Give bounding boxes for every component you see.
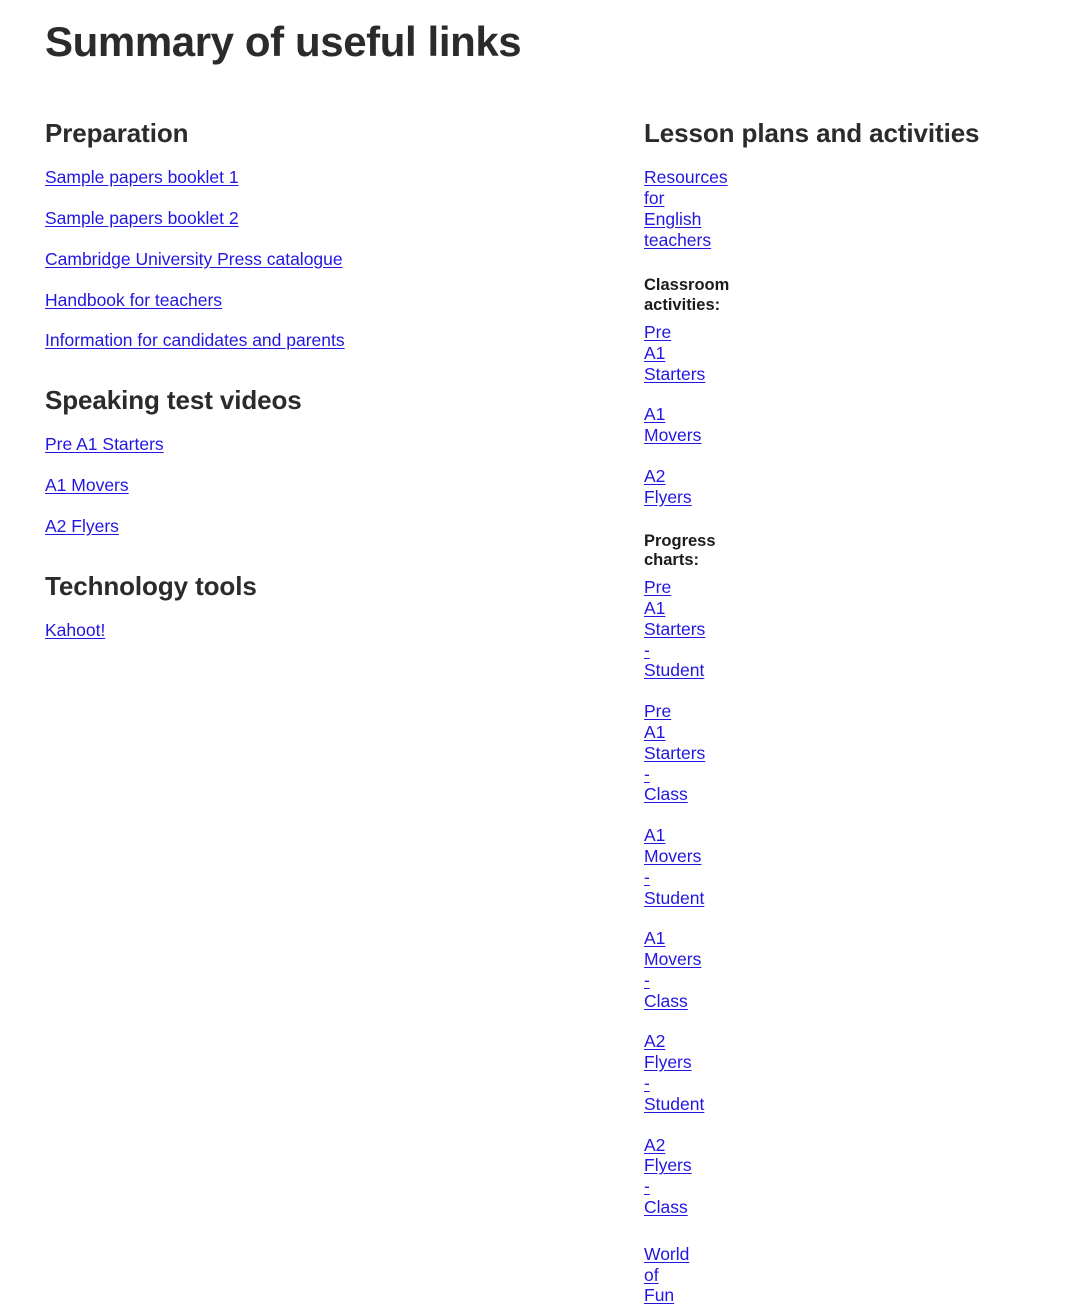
link-columns: Preparation Sample papers booklet 1 Samp…	[0, 118, 1080, 1306]
link-classroom-a1-movers[interactable]: A1 Movers	[644, 404, 701, 445]
document-page: Summary of useful links Preparation Samp…	[0, 0, 1080, 1305]
link-progress-pre-a1-starters-class[interactable]: Pre A1 Starters - Class	[644, 701, 705, 804]
link-progress-a1-movers-student[interactable]: A1 Movers - Student	[644, 825, 704, 907]
link-world-of-fun[interactable]: World of Fun	[644, 1244, 689, 1306]
link-progress-a1-movers-class[interactable]: A1 Movers - Class	[644, 928, 701, 1010]
link-classroom-a2-flyers[interactable]: A2 Flyers	[644, 466, 692, 507]
link-progress-a2-flyers-student[interactable]: A2 Flyers - Student	[644, 1031, 704, 1113]
link-classroom-pre-a1-starters[interactable]: Pre A1 Starters	[644, 322, 705, 384]
right-column: Lesson plans and activities Resources fo…	[644, 118, 980, 1306]
link-progress-pre-a1-starters-student[interactable]: Pre A1 Starters - Student	[644, 577, 705, 680]
link-resources-for-english-teachers[interactable]: Resources for English teachers	[644, 167, 728, 249]
link-progress-a2-flyers-class[interactable]: A2 Flyers - Class	[644, 1135, 692, 1217]
page-title: Summary of useful links	[45, 18, 522, 65]
